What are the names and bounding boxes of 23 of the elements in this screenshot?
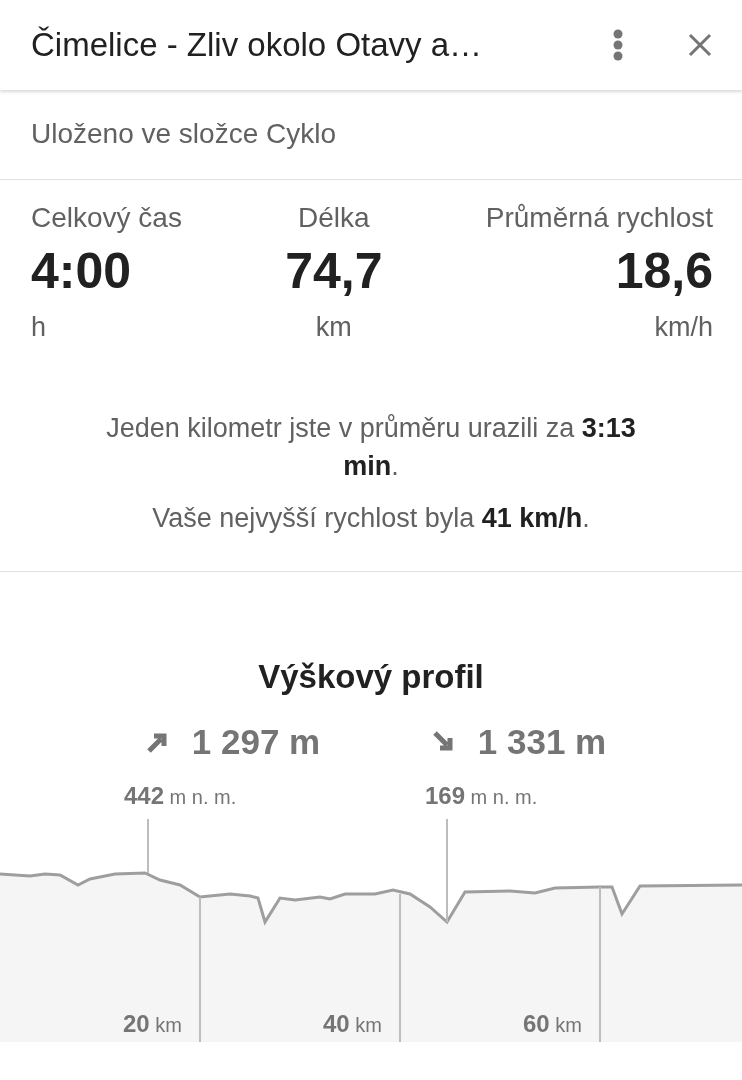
distance-label: 20 km <box>123 1010 182 1039</box>
stat-value: 4:00 <box>31 242 132 300</box>
stat-value: 18,6 <box>615 242 713 300</box>
descent-value: 1 331 m <box>477 722 607 763</box>
summary-sentence: Jeden kilometr jste v průměru urazili za 3:13 min. <box>105 412 637 483</box>
ascent-value: 1 297 m <box>191 722 321 763</box>
stat-value: 74,7 <box>285 242 383 300</box>
distance-label: 60 km <box>523 1010 582 1039</box>
elevation-marker-label: 169 m n. m. <box>425 782 538 811</box>
more-options-icon[interactable] <box>612 29 624 61</box>
close-icon[interactable] <box>688 33 712 57</box>
stat-unit: km/h <box>654 312 713 343</box>
section-title: Výškový profil <box>257 657 485 697</box>
stat-label: Celkový čas <box>31 202 182 234</box>
folder-note: Uloženo ve složce Cyklo <box>31 118 337 149</box>
route-title: Čimelice - Zliv okolo Otavy a… <box>31 26 484 64</box>
elevation-marker-label: 442 m n. m. <box>124 782 237 811</box>
summary-sentence: Vaše nejvyšší rychlost byla 41 km/h. <box>152 501 590 535</box>
stat-label: Průměrná rychlost <box>485 202 713 234</box>
stat-label: Délka <box>298 202 370 234</box>
distance-label: 40 km <box>323 1010 382 1039</box>
stat-unit: km <box>315 312 352 343</box>
stat-unit: h <box>31 312 47 343</box>
